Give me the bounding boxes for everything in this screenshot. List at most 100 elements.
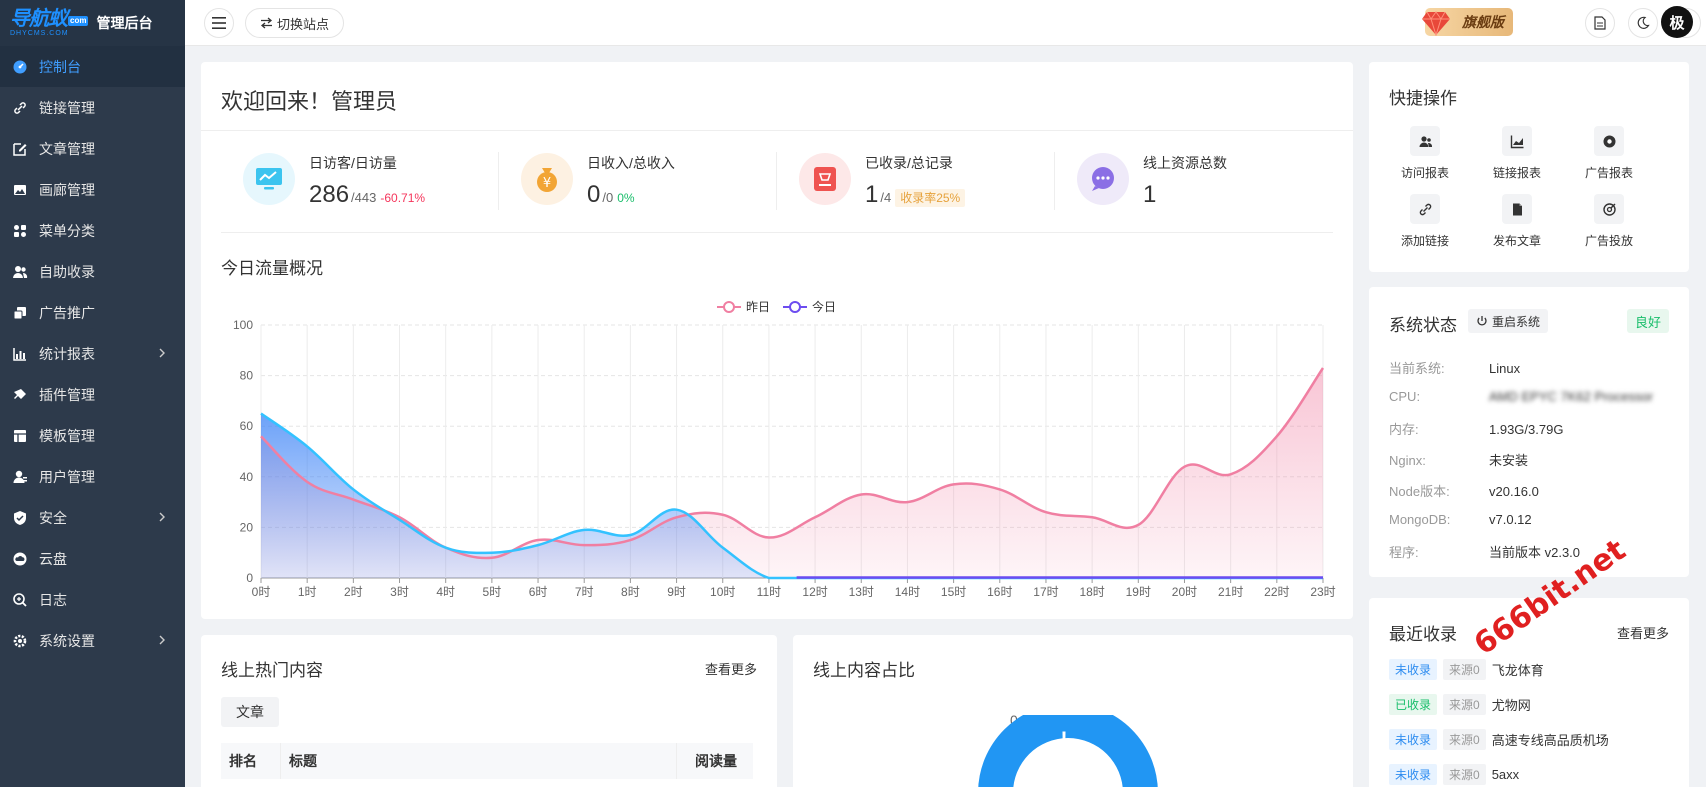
ads-icon bbox=[12, 305, 28, 321]
brand[interactable]: 导航蚁 com DHYCMS.COM 管理后台 bbox=[0, 0, 185, 46]
sidebar-item-log[interactable]: 日志 bbox=[0, 579, 185, 620]
hot-content-card: 线上热门内容 查看更多 文章 排名 标题 阅读量 bbox=[201, 635, 777, 787]
document-icon bbox=[1502, 194, 1532, 224]
quick-action-document[interactable]: 发布文章 bbox=[1467, 194, 1567, 249]
diamond-icon bbox=[1422, 11, 1450, 36]
swap-icon bbox=[260, 17, 272, 29]
quick-action-visitor[interactable]: 访问报表 bbox=[1375, 126, 1475, 181]
edit-icon bbox=[12, 141, 28, 157]
sidebar-item-label: 云盘 bbox=[39, 550, 67, 567]
divider bbox=[776, 152, 777, 210]
money-bag-icon: ¥ bbox=[521, 153, 573, 205]
system-row: Nginx: 未安装 bbox=[1389, 453, 1529, 469]
system-row: MongoDB: v7.0.12 bbox=[1389, 511, 1532, 527]
list-item[interactable]: 未收录 来源0 5axx bbox=[1389, 764, 1519, 785]
donut-chart bbox=[978, 715, 1158, 787]
switch-site-button[interactable]: 切换站点 bbox=[245, 8, 344, 38]
x-tick-label: 9时 bbox=[667, 585, 686, 599]
column-reads: 阅读量 bbox=[695, 753, 737, 769]
status-badge: 未收录 bbox=[1389, 764, 1438, 785]
y-tick-label: 80 bbox=[240, 369, 254, 383]
shield-icon bbox=[12, 510, 28, 526]
template-icon bbox=[12, 428, 28, 444]
sidebar-item-ads[interactable]: 广告推广 bbox=[0, 292, 185, 333]
edition-badge[interactable]: 旗舰版 bbox=[1422, 8, 1513, 36]
sidebar-item-user[interactable]: 用户管理 bbox=[0, 456, 185, 497]
visitor-icon bbox=[1410, 126, 1440, 156]
traffic-title: 今日流量概况 bbox=[221, 259, 323, 278]
sidebar-item-link[interactable]: 链接管理 bbox=[0, 87, 185, 128]
table-header: 排名 标题 阅读量 bbox=[221, 743, 753, 779]
hot-more-link[interactable]: 查看更多 bbox=[705, 659, 757, 678]
log-icon bbox=[12, 592, 28, 608]
sidebar-item-label: 统计报表 bbox=[39, 345, 95, 362]
link-icon bbox=[1410, 194, 1440, 224]
user-icon bbox=[12, 469, 28, 485]
quick-actions-card: 快捷操作 访问报表 链接报表 广告报表 添加链接 发布文章 广告投放 bbox=[1369, 62, 1689, 272]
list-item[interactable]: 未收录 来源0 飞龙体育 bbox=[1389, 659, 1544, 680]
site-name: 飞龙体育 bbox=[1491, 663, 1544, 678]
recent-more-link[interactable]: 查看更多 bbox=[1617, 623, 1669, 642]
quick-action-target[interactable]: 广告报表 bbox=[1559, 126, 1659, 181]
status-badge: 已收录 bbox=[1389, 694, 1438, 715]
sidebar-item-users[interactable]: 自助收录 bbox=[0, 251, 185, 292]
legend-label: 昨日 bbox=[746, 300, 770, 314]
x-tick-label: 22时 bbox=[1264, 585, 1289, 599]
x-tick-label: 1时 bbox=[298, 585, 317, 599]
launch-icon bbox=[1594, 194, 1624, 224]
document-icon bbox=[1594, 16, 1606, 30]
sidebar-item-template[interactable]: 模板管理 bbox=[0, 415, 185, 456]
docs-button[interactable] bbox=[1585, 8, 1615, 38]
column-rank: 排名 bbox=[221, 743, 281, 779]
theme-toggle-button[interactable] bbox=[1628, 8, 1658, 38]
stat-resources: 线上资源总数 1 bbox=[1057, 153, 1307, 213]
quick-action-bar-chart[interactable]: 链接报表 bbox=[1467, 126, 1567, 181]
system-row: 程序: 当前版本 v2.3.0 bbox=[1389, 545, 1581, 561]
sidebar-item-apps[interactable]: 菜单分类 bbox=[0, 210, 185, 251]
system-row: 当前系统: Linux bbox=[1389, 361, 1521, 376]
list-item[interactable]: 未收录 来源0 高速专线高品质机场 bbox=[1389, 729, 1609, 750]
link-icon bbox=[12, 100, 28, 116]
tab-articles[interactable]: 文章 bbox=[221, 697, 279, 727]
x-tick-label: 13时 bbox=[849, 585, 874, 599]
site-name: 尤物网 bbox=[1491, 698, 1531, 713]
x-tick-label: 5时 bbox=[483, 585, 502, 599]
hot-title: 线上热门内容 bbox=[221, 661, 323, 680]
list-item[interactable]: 已收录 来源0 尤物网 bbox=[1389, 694, 1531, 715]
bar-chart-icon bbox=[1502, 126, 1532, 156]
avatar[interactable]: 极 bbox=[1661, 6, 1693, 38]
quick-action-link[interactable]: 添加链接 bbox=[1375, 194, 1475, 249]
sidebar-item-image[interactable]: 画廊管理 bbox=[0, 169, 185, 210]
brand-title: 管理后台 bbox=[96, 15, 153, 31]
sidebar-item-plugin[interactable]: 插件管理 bbox=[0, 374, 185, 415]
divider bbox=[498, 152, 499, 210]
donut-slice-main bbox=[978, 715, 1158, 787]
sidebar-item-shield[interactable]: 安全 bbox=[0, 497, 185, 538]
quick-action-launch[interactable]: 广告投放 bbox=[1559, 194, 1659, 249]
column-title: 标题 bbox=[281, 743, 677, 779]
sidebar-item-label: 自助收录 bbox=[39, 263, 95, 280]
x-tick-label: 0时 bbox=[252, 585, 271, 599]
target-icon bbox=[1594, 126, 1624, 156]
system-status-card: 系统状态 重启系统 良好 当前系统: Linux CPU: AMD EPYC 7K62… bbox=[1369, 287, 1689, 577]
x-tick-label: 18时 bbox=[1079, 585, 1104, 599]
sidebar-item-chart[interactable]: 统计报表 bbox=[0, 333, 185, 374]
status-badge: 未收录 bbox=[1389, 659, 1438, 680]
sidebar: 导航蚁 com DHYCMS.COM 管理后台 控制台链接管理 文章管理 画廊管理菜单… bbox=[0, 0, 185, 787]
sidebar-item-label: 控制台 bbox=[39, 58, 81, 75]
sidebar-item-gear[interactable]: 系统设置 bbox=[0, 620, 185, 661]
x-tick-label: 7时 bbox=[575, 585, 594, 599]
sidebar-item-label: 模板管理 bbox=[39, 427, 95, 444]
sidebar-item-cloud[interactable]: 云盘 bbox=[0, 538, 185, 579]
sidebar-item-dashboard[interactable]: 控制台 bbox=[0, 46, 185, 87]
menu-toggle-button[interactable] bbox=[204, 8, 234, 38]
x-tick-label: 11时 bbox=[757, 585, 781, 599]
sidebar-item-edit[interactable]: 文章管理 bbox=[0, 128, 185, 169]
sidebar-item-label: 菜单分类 bbox=[39, 222, 95, 239]
plugin-icon bbox=[12, 387, 28, 403]
y-tick-label: 20 bbox=[240, 520, 254, 534]
restart-button[interactable]: 重启系统 bbox=[1468, 309, 1549, 333]
y-tick-label: 100 bbox=[233, 318, 253, 332]
system-row: CPU: AMD EPYC 7K62 Processor bbox=[1389, 388, 1654, 404]
stat-visitors: 日访客/日访量 286/443 -60.71% bbox=[223, 153, 473, 213]
